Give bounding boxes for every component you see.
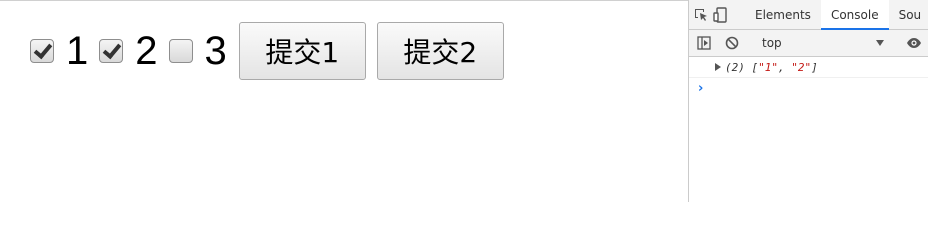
clear-console-icon[interactable]: [721, 35, 743, 51]
submit-2-button[interactable]: 提交2: [376, 22, 504, 80]
console-toolbar: top: [689, 30, 928, 57]
device-toggle-icon[interactable]: [713, 0, 729, 29]
sidebar-toggle-icon[interactable]: [693, 35, 715, 51]
console-log-entry[interactable]: (2) ["1", "2"]: [689, 57, 928, 78]
checkbox-group-2[interactable]: 2: [99, 29, 158, 73]
checkbox-2[interactable]: [99, 39, 124, 63]
eye-icon[interactable]: [903, 35, 925, 51]
submit-1-button[interactable]: 提交1: [238, 22, 366, 80]
checkbox-group-1[interactable]: 1: [30, 31, 88, 71]
checkbox-3[interactable]: [168, 39, 193, 63]
checkbox-label-3: 3: [204, 29, 227, 73]
context-selector[interactable]: top: [756, 33, 890, 53]
inspect-element-icon[interactable]: [693, 0, 709, 29]
checkbox-label-2: 2: [135, 29, 158, 73]
tab-sources[interactable]: Sou: [889, 0, 928, 29]
expand-triangle-icon[interactable]: [715, 63, 721, 71]
console-output: (2) ["1", "2"] ›: [689, 57, 928, 98]
web-page: 1 2 3 提交1 提交2: [0, 0, 688, 202]
console-prompt[interactable]: ›: [689, 78, 928, 98]
checkbox-group-3[interactable]: 3: [168, 29, 227, 73]
console-log-text: (2) ["1", "2"]: [725, 60, 818, 74]
devtools-tab-bar: Elements Console Sou: [689, 0, 928, 30]
tab-elements[interactable]: Elements: [745, 0, 821, 29]
prompt-icon: ›: [698, 80, 704, 96]
tab-console[interactable]: Console: [820, 0, 889, 30]
checkbox-1[interactable]: [30, 39, 54, 63]
context-selector-value: top: [762, 36, 782, 50]
chevron-down-icon: [876, 40, 884, 46]
form: 1 2 3 提交1 提交2: [30, 22, 504, 80]
checkbox-label-1: 1: [66, 29, 89, 73]
devtools-panel: Elements Console Sou top (2) ["1", "2"] …: [688, 0, 928, 202]
